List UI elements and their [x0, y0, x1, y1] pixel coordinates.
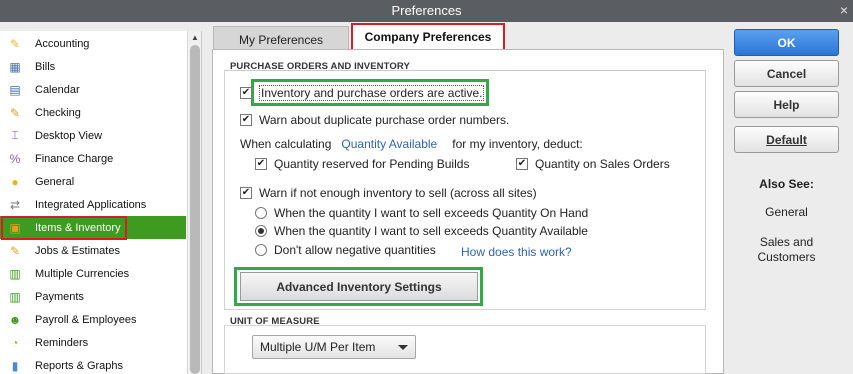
scroll-thumb[interactable] — [190, 45, 200, 374]
reminders-icon: ◔ — [11, 335, 19, 350]
ok-button[interactable]: OK — [734, 29, 839, 56]
quantity-available-calc: When calculating Quantity Available for … — [240, 137, 583, 151]
inventory-active-option[interactable]: ✔ Inventory and purchase orders are acti… — [240, 85, 485, 101]
finance-charge-icon: % — [9, 151, 21, 166]
sidebar-item-label: Multiple Currencies — [35, 267, 130, 280]
sidebar-item-finance-charge[interactable]: % Finance Charge — [0, 147, 186, 170]
sidebar-item-reminders[interactable]: ◔ Reminders — [0, 331, 186, 354]
sidebar-item-accounting[interactable]: ✎ Accounting — [0, 32, 186, 55]
how-does-this-work-link[interactable]: How does this work? — [461, 245, 572, 259]
sidebar-item-calendar[interactable]: ▤ Calendar — [0, 78, 186, 101]
radio-on-hand[interactable] — [255, 207, 267, 219]
sidebar-item-label: Bills — [35, 60, 56, 73]
sales-orders-checkbox[interactable]: ✔ — [516, 158, 528, 170]
sidebar-item-label: Finance Charge — [35, 152, 114, 165]
pending-builds-label: Quantity reserved for Pending Builds — [274, 157, 470, 171]
jobs-estimates-icon: ✎ — [9, 243, 21, 258]
chevron-down-icon — [398, 345, 408, 350]
default-button[interactable]: Default — [734, 126, 839, 153]
warn-not-enough-option[interactable]: ✔ Warn if not enough inventory to sell (… — [240, 186, 537, 200]
checking-icon: ✎ — [9, 105, 21, 120]
radio-available-option[interactable]: When the quantity I want to sell exceeds… — [255, 224, 588, 238]
sidebar-item-label: Desktop View — [35, 129, 103, 142]
sidebar-item-label: Checking — [35, 106, 81, 119]
sidebar-item-label: General — [35, 175, 75, 188]
sidebar-item-reports-graphs[interactable]: ▮ Reports & Graphs — [0, 354, 186, 374]
advanced-inventory-settings-button[interactable]: Advanced Inventory Settings — [240, 272, 478, 301]
warn-duplicate-label: Warn about duplicate purchase order numb… — [259, 113, 510, 127]
radio-no-negative-option[interactable]: Don't allow negative quantities — [255, 243, 436, 257]
calendar-icon: ▤ — [9, 82, 21, 97]
inventory-active-label: Inventory and purchase orders are active… — [259, 85, 485, 101]
desktop-view-icon: ⌶ — [11, 128, 19, 142]
accounting-icon: ✎ — [9, 36, 21, 51]
warn-not-enough-label: Warn if not enough inventory to sell (ac… — [259, 186, 537, 200]
tab-company-preferences[interactable]: Company Preferences — [351, 23, 505, 51]
scroll-up-icon[interactable]: ▲ — [191, 33, 199, 42]
selected-item-highlight — [1, 216, 127, 240]
sidebar-item-general[interactable]: ● General — [0, 170, 186, 193]
cancel-button[interactable]: Cancel — [734, 60, 839, 87]
payroll-employees-icon: ☻ — [8, 312, 22, 327]
calc-suffix: for my inventory, deduct: — [452, 137, 583, 151]
sidebar-item-label: Accounting — [35, 37, 90, 50]
pending-builds-checkbox[interactable]: ✔ — [255, 158, 267, 170]
sidebar-item-integrated-applications[interactable]: ⇄ Integrated Applications — [0, 193, 186, 216]
sidebar-item-label: Integrated Applications — [35, 198, 147, 211]
unit-of-measure-select[interactable]: Multiple U/M Per Item — [252, 335, 416, 359]
tab-my-preferences-label: My Preferences — [238, 32, 324, 47]
radio-on-hand-option[interactable]: When the quantity I want to sell exceeds… — [255, 206, 588, 220]
sidebar-item-label: Payments — [35, 290, 84, 303]
sidebar-item-items-inventory[interactable]: ▣ Items & Inventory — [0, 216, 186, 240]
sidebar-item-label: Reminders — [35, 336, 89, 349]
sales-orders-option[interactable]: ✔ Quantity on Sales Orders — [516, 157, 670, 171]
multiple-currencies-icon: ▥ — [9, 266, 21, 281]
radio-available-label: When the quantity I want to sell exceeds… — [274, 224, 588, 238]
radio-no-negative[interactable] — [255, 244, 267, 256]
calc-prefix: When calculating — [240, 137, 332, 151]
close-icon[interactable]: × — [840, 0, 848, 21]
also-see-title: Also See: — [759, 177, 814, 191]
pending-builds-option[interactable]: ✔ Quantity reserved for Pending Builds — [255, 157, 469, 171]
also-see-sales-customers-link[interactable]: Sales and Customers — [734, 235, 839, 265]
sidebar-item-desktop-view[interactable]: ⌶ Desktop View — [0, 124, 186, 147]
warn-not-enough-checkbox[interactable]: ✔ — [240, 187, 252, 199]
preferences-sidebar: ✎ Accounting ▦ Bills ▤ Calendar ✎ Checking ⌶ Desk… — [0, 31, 202, 374]
warn-duplicate-option[interactable]: ✔ Warn about duplicate purchase order nu… — [240, 113, 509, 127]
tab-company-preferences-label: Company Preferences — [364, 29, 492, 44]
unit-of-measure-value: Multiple U/M Per Item — [260, 340, 376, 354]
sidebar-item-label: Payroll & Employees — [35, 313, 137, 326]
sidebar-scrollbar[interactable]: ▲ — [187, 31, 201, 374]
inventory-active-checkbox[interactable]: ✔ — [240, 87, 252, 99]
warn-duplicate-checkbox[interactable]: ✔ — [240, 114, 252, 126]
also-see-general-link[interactable]: General — [734, 205, 839, 219]
reports-graphs-icon: ▮ — [11, 358, 19, 373]
sidebar-item-payroll-employees[interactable]: ☻ Payroll & Employees — [0, 308, 186, 331]
quantity-available-link[interactable]: Quantity Available — [341, 137, 437, 151]
radio-on-hand-label: When the quantity I want to sell exceeds… — [274, 206, 589, 220]
sidebar-item-label: Jobs & Estimates — [35, 244, 120, 257]
sales-orders-label: Quantity on Sales Orders — [535, 157, 670, 171]
help-button[interactable]: Help — [734, 91, 839, 118]
sidebar-item-bills[interactable]: ▦ Bills — [0, 55, 186, 78]
integrated-applications-icon: ⇄ — [9, 197, 21, 212]
radio-no-negative-label: Don't allow negative quantities — [274, 243, 436, 257]
payments-icon: ▥ — [9, 289, 21, 304]
radio-available[interactable] — [255, 225, 267, 237]
title-bar: Preferences × — [0, 0, 853, 22]
sidebar-item-label: Reports & Graphs — [35, 359, 124, 372]
sidebar-item-multiple-currencies[interactable]: ▥ Multiple Currencies — [0, 262, 186, 285]
sidebar-item-checking[interactable]: ✎ Checking — [0, 101, 186, 124]
general-icon: ● — [11, 174, 19, 189]
bills-icon: ▦ — [9, 59, 21, 74]
window-title: Preferences — [391, 3, 462, 18]
sidebar-item-label: Calendar — [35, 83, 80, 96]
sidebar-item-payments[interactable]: ▥ Payments — [0, 285, 186, 308]
sidebar-item-jobs-estimates[interactable]: ✎ Jobs & Estimates — [0, 239, 186, 262]
